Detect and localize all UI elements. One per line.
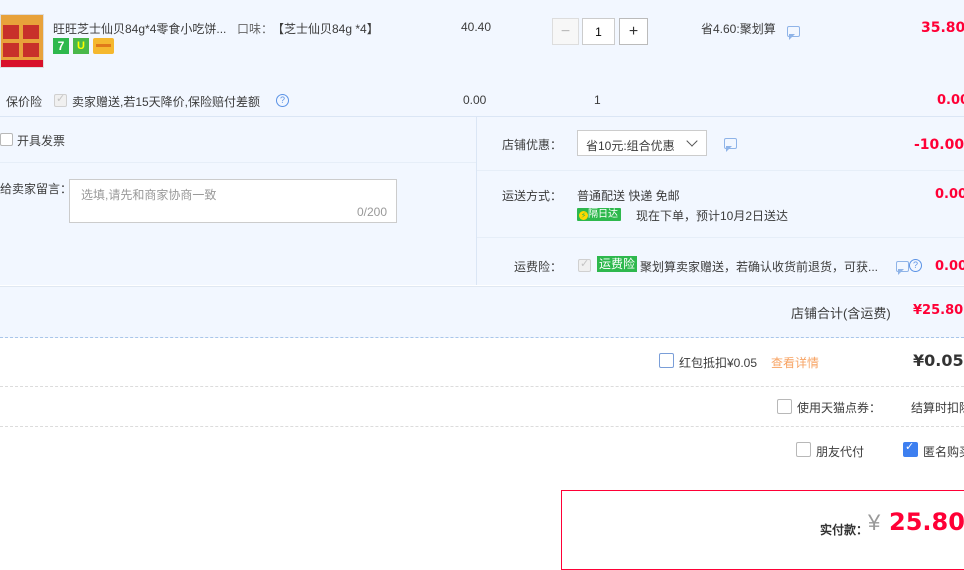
invoice-checkbox[interactable] <box>0 133 13 146</box>
redpacket-checkbox[interactable] <box>659 353 674 368</box>
product-title-link[interactable]: 旺旺芝士仙贝84g*4零食小吃饼... <box>53 20 226 37</box>
item-subtotal: 35.80 <box>921 20 964 36</box>
freight-insurance-checkbox[interactable] <box>578 257 591 272</box>
credit-card-icon <box>93 38 114 54</box>
freight-insurance-desc: 聚划算卖家赠送，若确认收货前退货，可获... <box>640 260 879 274</box>
guarantee-icon: U <box>73 38 89 54</box>
seller-message-field[interactable]: 选填,请先和商家协商一致 0/200 <box>69 179 397 223</box>
pay-label: 实付款： <box>820 523 869 537</box>
unit-price: 40.40 <box>461 20 492 34</box>
seven-day-return-icon: 7 <box>53 38 69 54</box>
quantity-stepper: − + <box>552 18 648 45</box>
shipping-method: 普通配送 快递 免邮 <box>577 189 680 203</box>
anonymous-label: 匿名购买 <box>923 445 964 459</box>
shop-discount-select[interactable]: 省10元:组合优惠 <box>577 130 707 156</box>
tmall-points-label: 使用天猫点券： <box>797 401 882 415</box>
shop-discount-amount: -10.00 <box>914 137 964 153</box>
divider <box>0 386 964 387</box>
tmall-points-note: 结算时扣除 <box>911 401 964 415</box>
chevron-down-icon <box>686 135 698 147</box>
friend-pay-label: 朋友代付 <box>816 445 865 459</box>
message-label: 给卖家留言： <box>0 182 73 196</box>
shipping-amount: 0.00 <box>935 187 964 202</box>
freight-chat-icon[interactable] <box>896 261 909 275</box>
anonymous-checkbox[interactable] <box>903 440 918 457</box>
pay-currency: ¥ <box>868 510 881 535</box>
divider <box>0 426 964 427</box>
shop-discount-label: 店铺优惠： <box>502 138 563 152</box>
divider <box>477 237 964 238</box>
divider <box>477 170 964 171</box>
insurance-qty: 1 <box>594 93 601 107</box>
redpacket-details-link[interactable]: 查看详情 <box>771 354 819 371</box>
divider <box>0 162 476 163</box>
shipping-label: 运送方式： <box>502 189 563 203</box>
flavor-value: 【芝士仙贝84g *4】 <box>272 22 379 36</box>
invoice-label: 开具发票 <box>17 134 66 148</box>
discount-info: 省4.60:聚划算 <box>701 22 776 36</box>
insurance-label: 保价险 <box>6 95 43 109</box>
shop-total-label: 店铺合计(含运费) <box>791 306 891 321</box>
message-placeholder: 选填,请先和商家协商一致 <box>81 188 217 202</box>
shop-discount-selected: 省10元:组合优惠 <box>586 139 675 153</box>
discount-message-icon[interactable] <box>787 26 800 40</box>
freight-help-icon[interactable]: ? <box>909 259 922 272</box>
shop-total-amount: ¥25.80 <box>913 303 964 318</box>
quantity-input[interactable] <box>582 18 615 45</box>
redpacket-label: 红包抵扣¥0.05 <box>679 356 758 370</box>
next-day-badge-text: 隔日达 <box>588 209 618 220</box>
increase-quantity-button[interactable]: + <box>619 18 648 45</box>
freight-insurance-amount: 0.00 <box>935 259 964 274</box>
insurance-desc: 卖家赠送,若15天降价,保险赔付差额 <box>72 95 261 109</box>
product-thumbnail[interactable] <box>0 14 44 68</box>
freight-insurance-label: 运费险： <box>514 260 563 274</box>
insurance-price: 0.00 <box>463 93 487 107</box>
delivery-eta: 现在下单，预计10月2日送达 <box>636 209 789 223</box>
next-day-badge: ⚡ 隔日达 <box>577 208 621 221</box>
pay-amount: 25.80 <box>889 508 964 536</box>
flavor-label: 口味： <box>237 22 274 36</box>
message-counter: 0/200 <box>356 205 387 219</box>
friend-pay-checkbox[interactable] <box>796 442 811 457</box>
discount-chat-icon[interactable] <box>724 138 737 152</box>
insurance-total: 0.00 <box>937 93 964 108</box>
decrease-quantity-button[interactable]: − <box>552 18 579 45</box>
insurance-checkbox[interactable] <box>54 92 67 107</box>
freight-insurance-tag: 运费险 <box>597 256 638 272</box>
redpacket-amount: ¥0.05 <box>913 351 964 370</box>
order-item-row <box>0 0 964 85</box>
lightning-icon: ⚡ <box>579 211 588 220</box>
tmall-points-checkbox[interactable] <box>777 399 792 414</box>
insurance-help-icon[interactable]: ? <box>276 94 289 107</box>
